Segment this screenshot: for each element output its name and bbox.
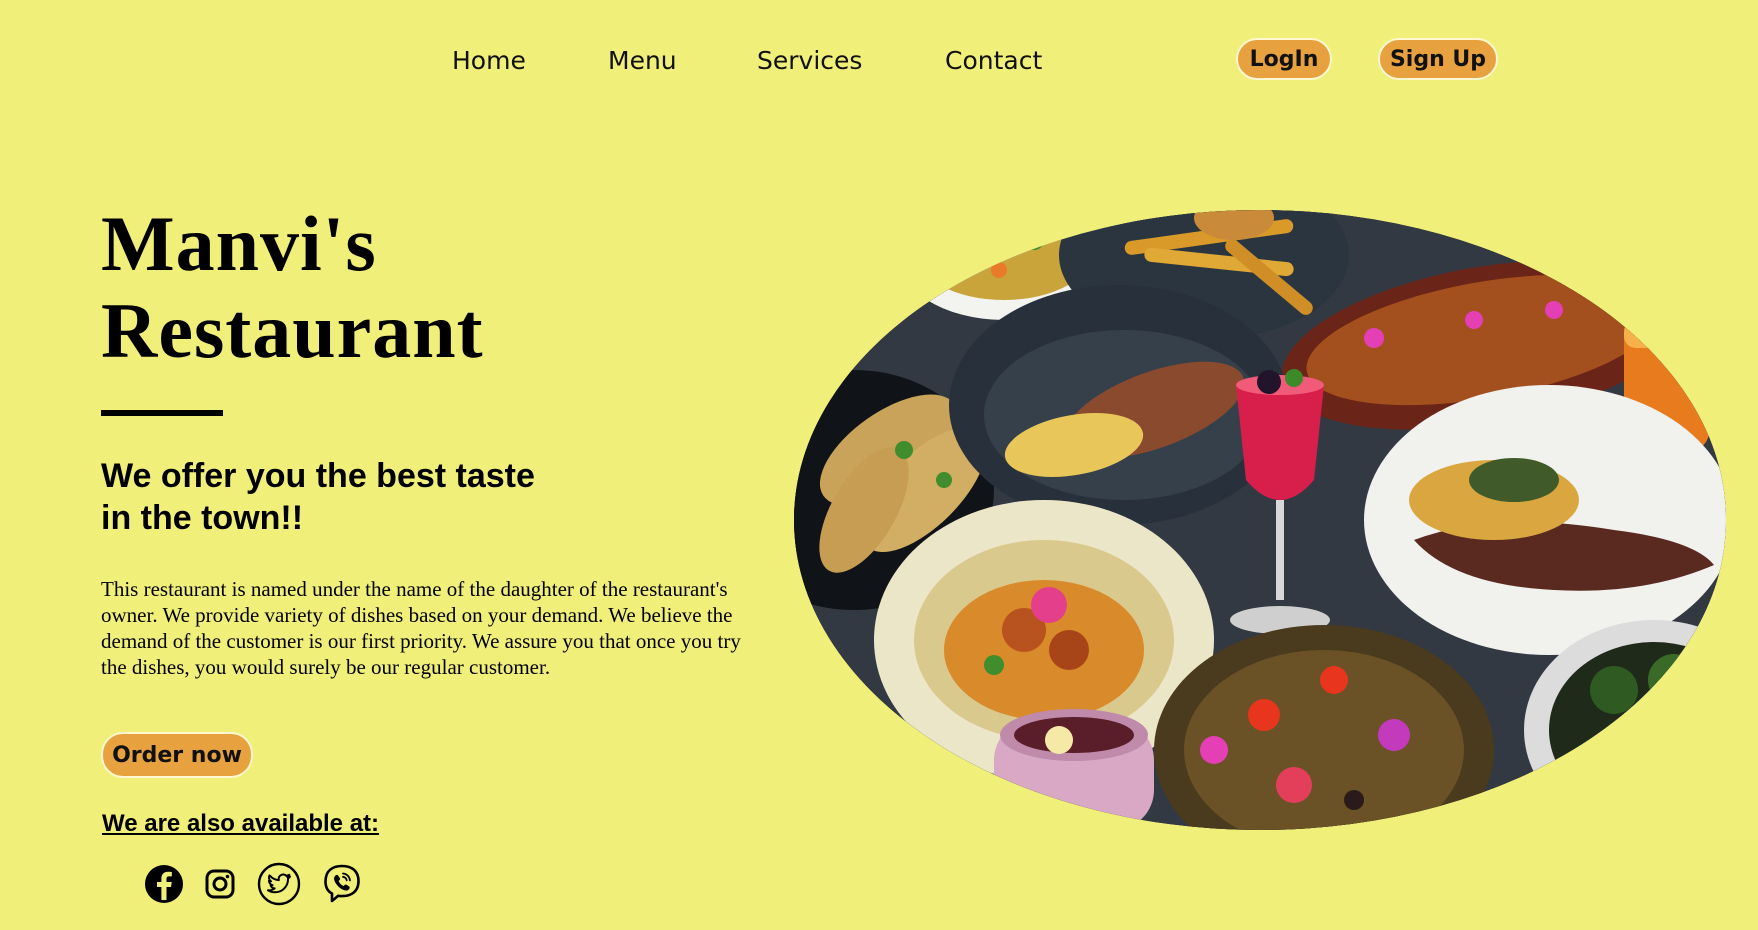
login-button[interactable]: LogIn [1236, 38, 1332, 80]
signup-button[interactable]: Sign Up [1378, 38, 1498, 80]
food-spread-image [794, 210, 1726, 830]
tagline-line-2: in the town!! [101, 499, 304, 537]
restaurant-title: Manvi's Restaurant [101, 200, 484, 374]
top-nav: Home Menu Services Contact LogIn Sign Up [0, 38, 1758, 86]
nav-contact-link[interactable]: Contact [945, 46, 1042, 75]
viber-icon[interactable] [320, 862, 364, 906]
title-line-2: Restaurant [101, 287, 484, 374]
nav-menu-link[interactable]: Menu [608, 46, 677, 75]
tagline-line-1: We offer you the best taste [101, 457, 535, 495]
order-now-button[interactable]: Order now [101, 732, 253, 778]
nav-services-link[interactable]: Services [757, 46, 862, 75]
tagline: We offer you the best taste in the town!… [101, 455, 661, 539]
instagram-icon[interactable] [198, 862, 242, 906]
twitter-icon[interactable] [257, 862, 301, 906]
available-at-heading: We are also available at: [102, 810, 380, 837]
facebook-icon[interactable] [142, 862, 186, 906]
restaurant-description: This restaurant is named under the name … [101, 577, 741, 679]
title-divider [101, 410, 223, 416]
title-line-1: Manvi's [101, 200, 377, 287]
nav-home-link[interactable]: Home [452, 46, 526, 75]
